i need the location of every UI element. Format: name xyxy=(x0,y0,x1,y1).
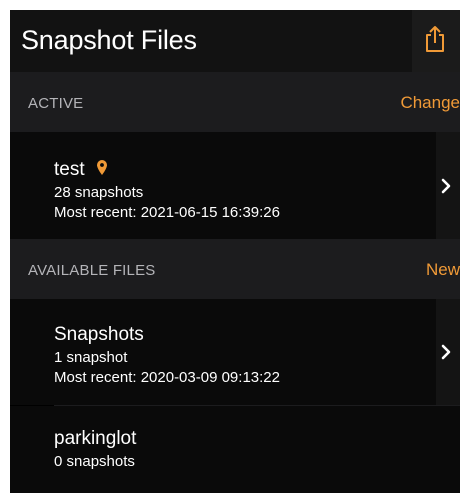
change-button[interactable]: Change xyxy=(400,93,460,113)
row-accessory xyxy=(436,299,460,405)
file-name: parkinglot xyxy=(54,428,137,449)
page-title: Snapshot Files xyxy=(21,25,197,55)
section-title-active: ACTIVE xyxy=(28,95,84,112)
share-button[interactable] xyxy=(412,10,460,72)
new-file-button[interactable]: New xyxy=(426,260,460,280)
file-row-parkinglot[interactable]: parkinglot 0 snapshots xyxy=(10,406,460,493)
section-title-available: AVAILABLE FILES xyxy=(28,262,156,279)
file-name: Snapshots xyxy=(54,324,144,345)
nav-bar: Snapshot Files xyxy=(10,10,460,72)
file-row-snapshots[interactable]: Snapshots 1 snapshot Most recent: 2020-0… xyxy=(10,299,460,405)
chevron-right-icon xyxy=(441,344,451,360)
most-recent: Most recent: 2020-03-09 09:13:22 xyxy=(54,369,280,386)
row-accessory xyxy=(436,132,460,239)
location-pin-icon xyxy=(96,160,107,175)
section-header-active: ACTIVE Change xyxy=(10,72,460,132)
chevron-right-icon xyxy=(441,178,451,194)
share-icon xyxy=(426,26,444,52)
active-file-row[interactable]: test 28 snapshots Most recent: 2021-06-1… xyxy=(10,132,460,239)
snapshot-count: 28 snapshots xyxy=(54,184,144,201)
file-name-label: test xyxy=(54,159,85,180)
section-header-available: AVAILABLE FILES New xyxy=(10,239,460,299)
screen: Snapshot Files ACTIVE Change test 28 sna… xyxy=(10,10,460,493)
snapshot-count: 0 snapshots xyxy=(54,453,135,470)
file-name: test xyxy=(54,159,108,181)
snapshot-count: 1 snapshot xyxy=(54,349,128,366)
most-recent: Most recent: 2021-06-15 16:39:26 xyxy=(54,204,280,221)
